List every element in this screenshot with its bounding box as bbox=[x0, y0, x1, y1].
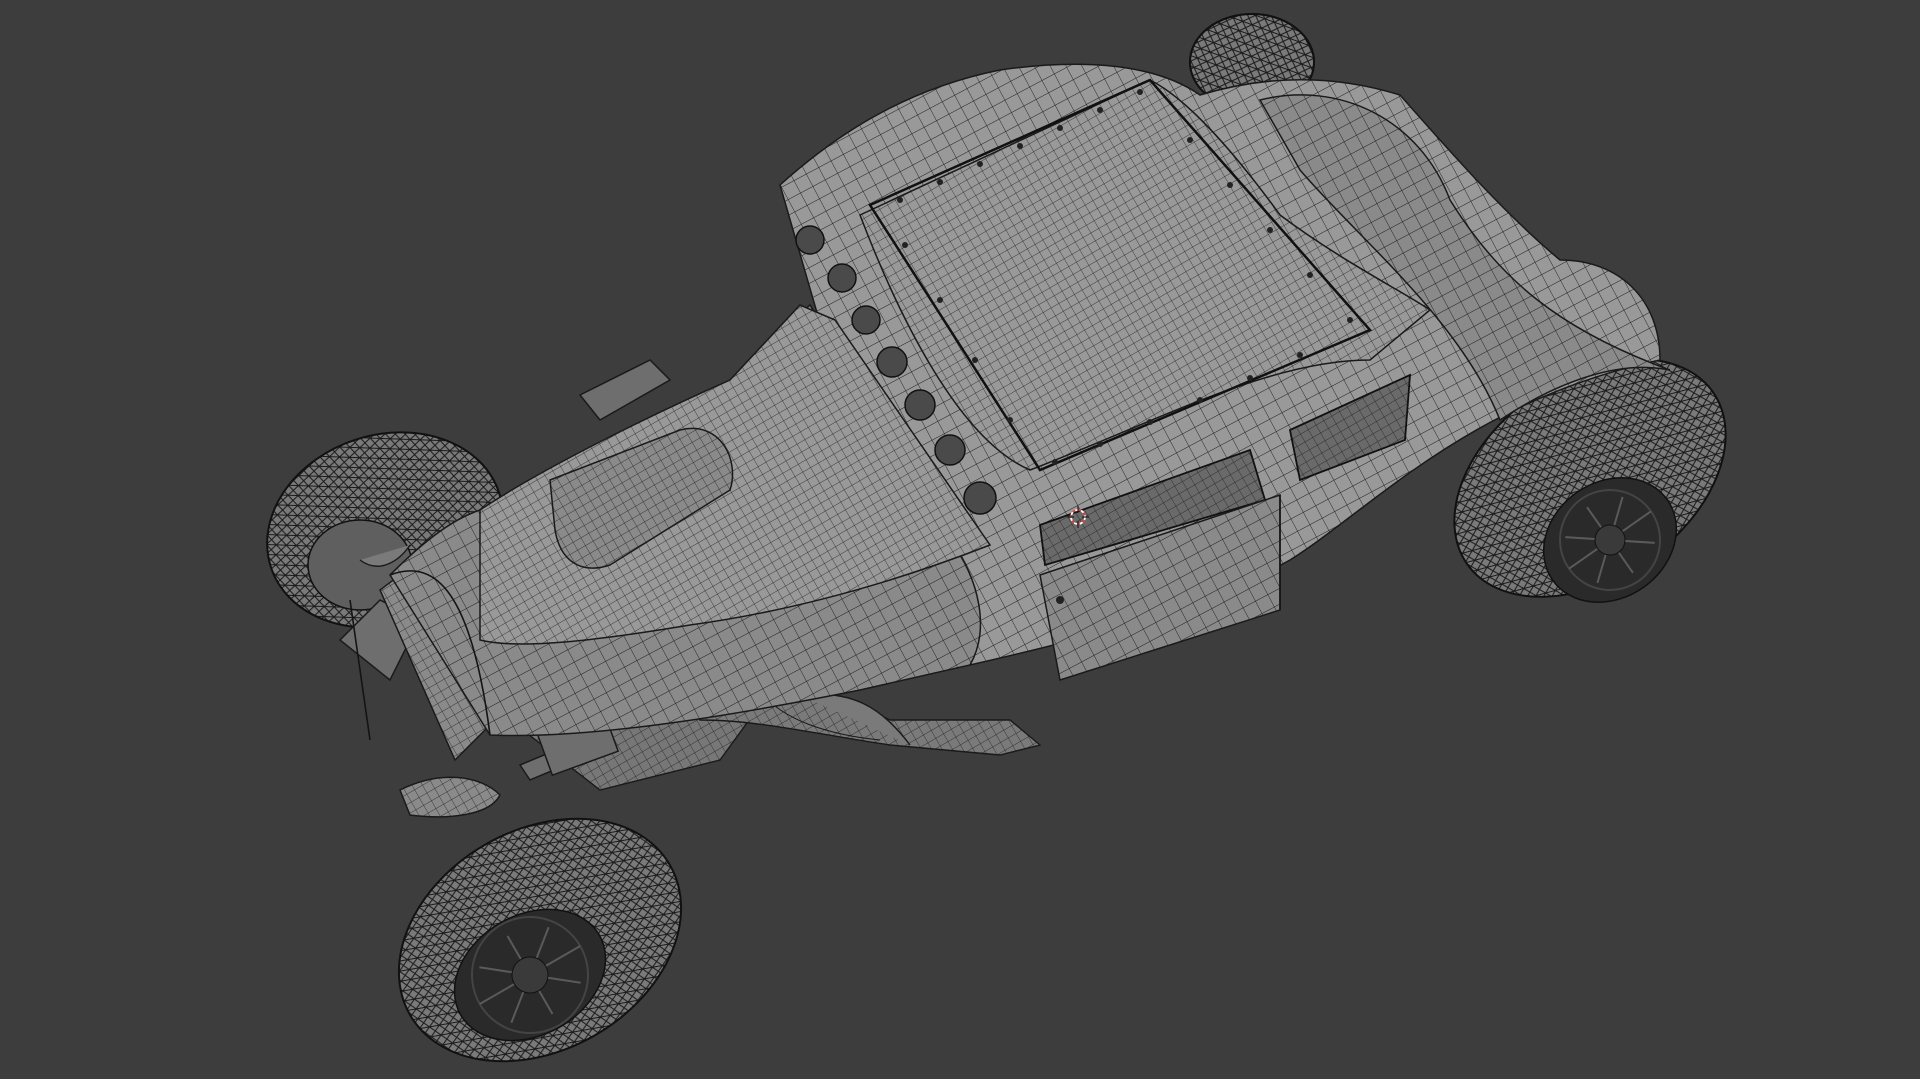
roof-vent bbox=[795, 225, 825, 255]
roof-vent bbox=[876, 346, 908, 378]
roof-vent bbox=[904, 389, 936, 421]
front-right-wheel[interactable] bbox=[355, 770, 725, 1079]
roof-vent bbox=[934, 434, 966, 466]
roof-vent bbox=[963, 481, 997, 515]
roof-vent bbox=[827, 263, 857, 293]
scene-canvas[interactable] bbox=[0, 0, 1920, 1079]
3d-viewport[interactable] bbox=[0, 0, 1920, 1079]
roof-vent bbox=[851, 305, 881, 335]
